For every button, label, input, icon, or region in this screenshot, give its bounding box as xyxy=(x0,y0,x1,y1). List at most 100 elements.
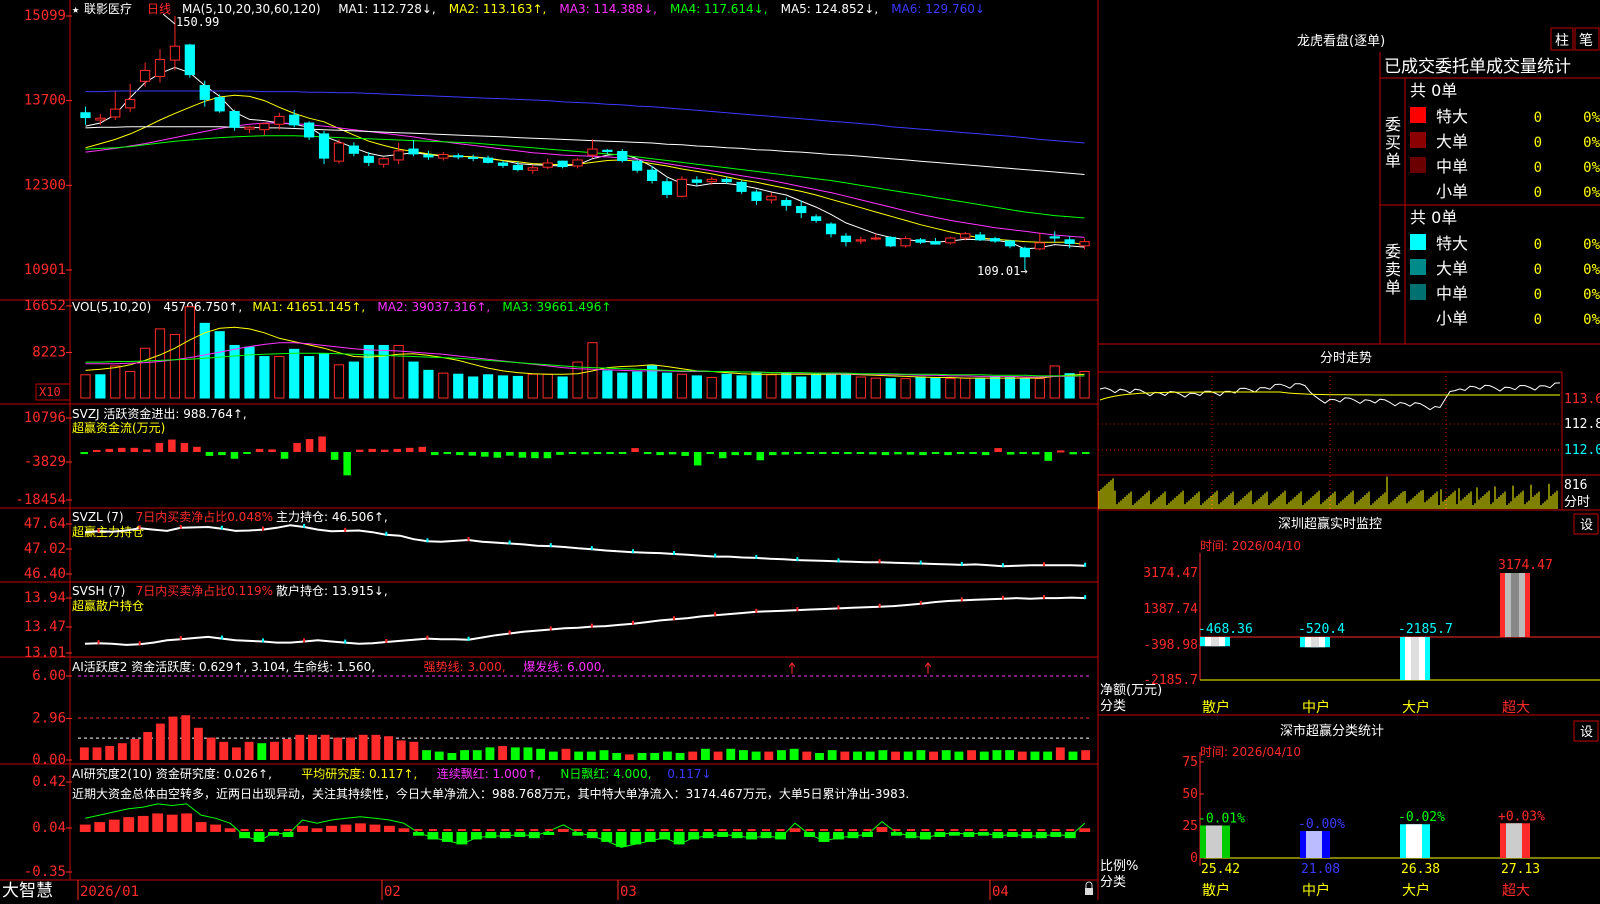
svzj-bar[interactable] xyxy=(956,452,965,455)
candle[interactable] xyxy=(691,176,702,186)
svzj-bar[interactable] xyxy=(355,449,364,452)
svzj-bar[interactable] xyxy=(518,452,527,458)
svzj-bar[interactable] xyxy=(743,452,752,456)
activity-bar[interactable] xyxy=(561,748,571,760)
candle[interactable] xyxy=(304,121,315,140)
svzj-bar[interactable] xyxy=(556,452,564,455)
volume-bar[interactable] xyxy=(110,365,121,399)
activity-bar[interactable] xyxy=(371,734,381,760)
activity-bar[interactable] xyxy=(460,750,470,760)
volume-bar[interactable] xyxy=(154,328,166,399)
candle[interactable] xyxy=(214,94,225,113)
classify-settings-button[interactable]: 设 xyxy=(1580,725,1593,740)
volume-bar[interactable] xyxy=(930,377,941,399)
svzj-bar[interactable] xyxy=(831,452,840,454)
classify-bar-chart[interactable]: 75 50 25 0 -0.01% 25.42 散户 -0.00% 21.08 中户 -0.02% 2… xyxy=(1182,752,1600,899)
volume-bar[interactable] xyxy=(945,378,956,399)
volume-bar[interactable] xyxy=(811,373,822,399)
intraday-chart[interactable] xyxy=(1098,382,1561,509)
monitor-bar-3[interactable] xyxy=(1500,573,1530,637)
activity-bar[interactable] xyxy=(143,732,153,760)
svzj-bar[interactable] xyxy=(593,452,602,455)
candle[interactable] xyxy=(825,222,837,238)
candle[interactable] xyxy=(423,150,434,160)
activity-bar[interactable] xyxy=(232,747,241,760)
activity-bar[interactable] xyxy=(219,741,229,760)
svzj-bar[interactable] xyxy=(781,452,790,455)
volume-bar[interactable] xyxy=(915,376,926,399)
svsh-line-chart[interactable] xyxy=(84,595,1087,646)
candle[interactable] xyxy=(766,192,777,204)
svzj-bar[interactable] xyxy=(180,442,189,452)
volume-chart[interactable] xyxy=(80,306,1090,399)
activity-bar[interactable] xyxy=(244,741,254,760)
svzj-bar[interactable] xyxy=(531,452,539,459)
candle[interactable] xyxy=(751,189,762,205)
svzj-bar[interactable] xyxy=(944,452,952,456)
volume-bar[interactable] xyxy=(975,377,986,399)
activity-bar[interactable] xyxy=(1068,751,1078,760)
svzj-bar[interactable] xyxy=(881,452,890,456)
activity-bar[interactable] xyxy=(967,750,977,760)
svzj-bar[interactable] xyxy=(1019,452,1027,454)
activity-bar[interactable] xyxy=(181,715,191,760)
activity-bar[interactable] xyxy=(79,747,89,760)
activity-bar[interactable] xyxy=(802,751,812,760)
activity-bar[interactable] xyxy=(548,751,558,760)
svzj-bar[interactable] xyxy=(969,452,977,454)
svzj-bar[interactable] xyxy=(230,452,239,459)
candle[interactable] xyxy=(587,139,598,159)
activity-bar[interactable] xyxy=(168,716,178,760)
activity-bar[interactable] xyxy=(485,747,495,760)
volume-bar[interactable] xyxy=(825,373,837,399)
volume-bar[interactable] xyxy=(557,376,568,399)
activity-bar[interactable] xyxy=(498,746,508,760)
candle[interactable] xyxy=(1034,232,1045,251)
candle[interactable] xyxy=(885,236,896,248)
candle[interactable] xyxy=(229,109,240,131)
volume-bar[interactable] xyxy=(363,344,374,399)
svzj-bar[interactable] xyxy=(468,452,477,456)
activity-bar[interactable] xyxy=(891,751,900,760)
volume-bar[interactable] xyxy=(870,377,881,399)
activity-bar[interactable] xyxy=(1081,750,1091,760)
candle[interactable] xyxy=(945,236,956,245)
activity-bar[interactable] xyxy=(1017,751,1027,760)
activity-bar[interactable] xyxy=(282,739,292,760)
activity-bar[interactable] xyxy=(396,740,406,760)
activity-bar[interactable] xyxy=(726,748,736,760)
activity-bar[interactable] xyxy=(270,741,279,760)
volume-bar[interactable] xyxy=(781,372,792,399)
svzj-bar[interactable] xyxy=(493,452,502,458)
candle[interactable] xyxy=(572,158,583,169)
candle[interactable] xyxy=(661,178,673,199)
candle[interactable] xyxy=(348,142,359,157)
volume-bar[interactable] xyxy=(1004,377,1016,399)
activity-bar[interactable] xyxy=(1043,751,1053,760)
activity-bar[interactable] xyxy=(700,748,710,760)
volume-bar[interactable] xyxy=(468,376,479,399)
svzj-bar-chart[interactable] xyxy=(80,436,1090,476)
activity-bar[interactable] xyxy=(586,751,596,760)
svzj-bar[interactable] xyxy=(869,452,877,455)
monitor-settings-button[interactable]: 设 xyxy=(1580,518,1593,533)
svzj-bar[interactable] xyxy=(318,436,326,452)
candle[interactable] xyxy=(975,231,986,242)
activity-bar[interactable] xyxy=(1030,751,1040,760)
activity-bar[interactable] xyxy=(612,753,622,760)
svzj-bar[interactable] xyxy=(193,446,201,452)
candle[interactable] xyxy=(781,197,792,211)
candle[interactable] xyxy=(274,112,285,130)
svzj-bar[interactable] xyxy=(105,448,114,452)
svzj-bar[interactable] xyxy=(155,442,164,452)
svzj-bar[interactable] xyxy=(543,452,552,459)
activity-bar[interactable] xyxy=(510,747,520,760)
research-bar[interactable] xyxy=(485,832,497,839)
volume-bar[interactable] xyxy=(259,356,270,399)
activity-bar[interactable] xyxy=(523,747,533,760)
activity-bar[interactable] xyxy=(827,750,837,760)
candle[interactable] xyxy=(393,143,404,165)
svzj-bar[interactable] xyxy=(906,452,915,455)
candle[interactable] xyxy=(989,236,1001,243)
volume-bar[interactable] xyxy=(139,347,151,399)
